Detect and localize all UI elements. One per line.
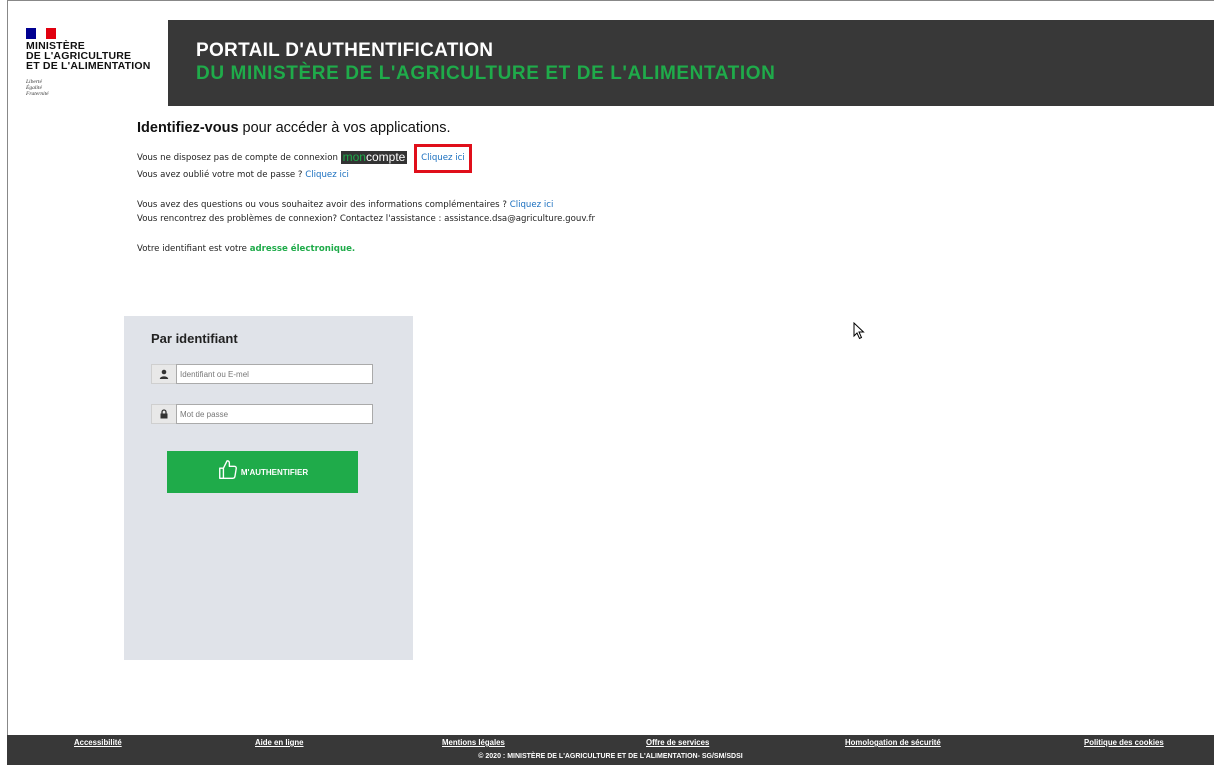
questions-link[interactable]: Cliquez ici (510, 200, 554, 210)
thumbs-up-icon (218, 460, 237, 479)
footer-link-security[interactable]: Homologation de sécurité (845, 738, 941, 747)
username-input[interactable] (176, 364, 373, 384)
ministry-name: MINISTÈRE DE L'AGRICULTURE ET DE L'ALIME… (26, 40, 151, 72)
page-subtitle: DU MINISTÈRE DE L'AGRICULTURE ET DE L'AL… (196, 63, 776, 84)
page-title: PORTAIL D'AUTHENTIFICATION (196, 40, 494, 61)
republic-motto: Liberté Égalité Fraternité (26, 79, 49, 97)
login-panel: Par identifiant M'AUTHENTIFIER (124, 316, 413, 660)
create-account-highlight: Cliquez ici (414, 144, 472, 173)
identifier-line: Votre identifiant est votre adresse élec… (137, 244, 356, 254)
user-icon (151, 364, 176, 384)
footer-link-legal[interactable]: Mentions légales (442, 738, 505, 747)
problems-line: Vous rencontrez des problèmes de connexi… (137, 214, 596, 224)
copyright: © 2020 : MINISTÈRE DE L'AGRICULTURE ET D… (478, 753, 743, 760)
authenticate-button[interactable]: M'AUTHENTIFIER (167, 451, 358, 493)
ministry-logo[interactable]: MINISTÈRE DE L'AGRICULTURE ET DE L'ALIME… (8, 20, 168, 106)
footer-links: Accessibilité Aide en ligne Mentions lég… (7, 738, 1214, 750)
moncompte-logo: moncompte (340, 150, 408, 164)
password-input[interactable] (176, 404, 373, 424)
footer-link-cookies[interactable]: Politique des cookies (1084, 738, 1164, 747)
footer-link-help[interactable]: Aide en ligne (255, 738, 304, 747)
lock-icon (151, 404, 176, 424)
french-flag-icon (26, 28, 56, 39)
footer: Accessibilité Aide en ligne Mentions lég… (7, 735, 1214, 765)
forgot-password-line: Vous avez oublié votre mot de passe ? Cl… (137, 170, 349, 180)
login-title: Par identifiant (151, 331, 238, 346)
intro-heading: Identifiez-vous pour accéder à vos appli… (137, 120, 451, 136)
intro-section: Identifiez-vous pour accéder à vos appli… (137, 120, 837, 257)
forgot-password-link[interactable]: Cliquez ici (305, 170, 349, 180)
password-field (151, 404, 373, 424)
footer-link-accessibility[interactable]: Accessibilité (74, 738, 122, 747)
mouse-cursor-icon (853, 322, 865, 340)
username-field (151, 364, 373, 384)
footer-link-services[interactable]: Offre de services (646, 738, 709, 747)
create-account-link[interactable]: Cliquez ici (421, 153, 465, 163)
identifier-highlight: adresse électronique. (249, 244, 356, 254)
header-banner: PORTAIL D'AUTHENTIFICATION DU MINISTÈRE … (168, 20, 1214, 106)
authenticate-label: M'AUTHENTIFIER (240, 467, 309, 477)
